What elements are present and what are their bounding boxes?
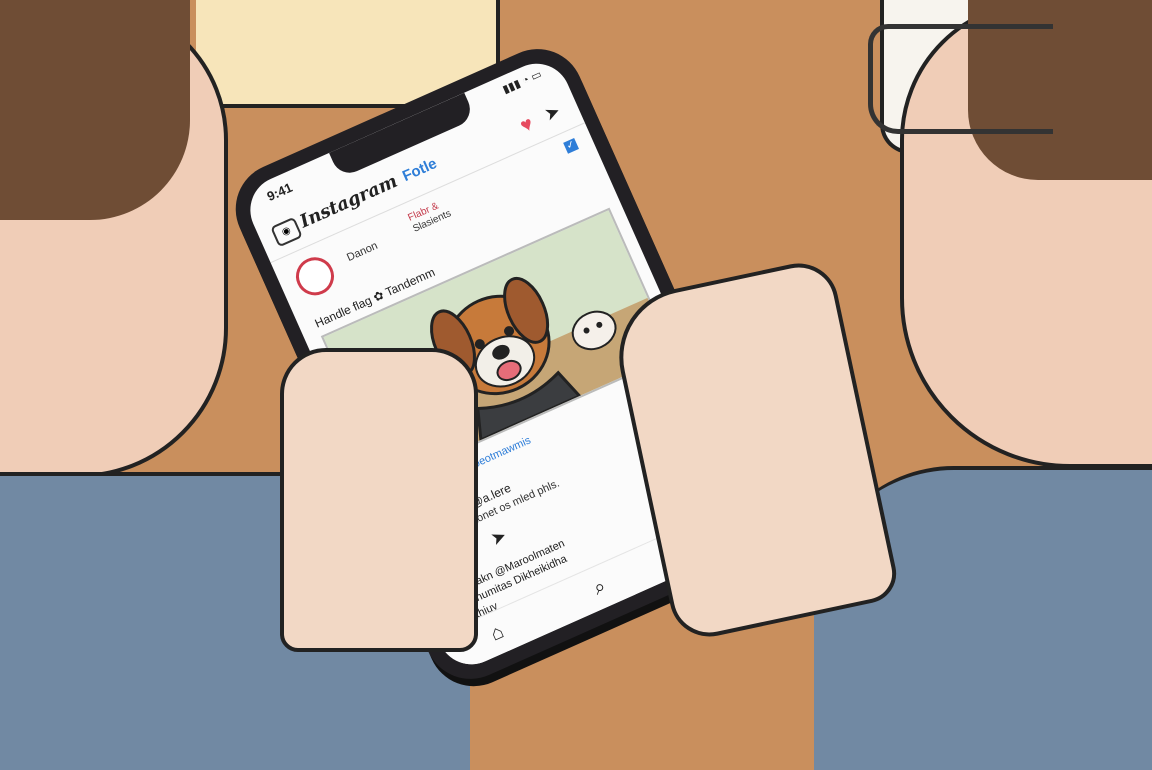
search-icon[interactable]: ⌕ xyxy=(590,575,610,601)
story-name: Danon xyxy=(345,239,380,264)
feed-tab[interactable]: Fotle xyxy=(400,155,440,185)
camera-icon[interactable]: ◉ xyxy=(270,216,303,248)
heart-icon[interactable]: ♥ xyxy=(517,113,537,139)
status-time: 9:41 xyxy=(264,179,295,205)
home-icon[interactable]: ⌂ xyxy=(487,620,507,646)
scene: 9:41 ▮▮▮ ◔ ▭ ◉ Instagram Fotle ♥ ➤ Danon… xyxy=(0,0,1152,770)
checkbox-icon[interactable]: ✓ xyxy=(563,137,579,154)
share-icon[interactable]: ➤ xyxy=(488,525,510,549)
glasses xyxy=(868,24,1053,134)
avatar[interactable] xyxy=(289,251,341,302)
send-icon[interactable]: ➤ xyxy=(541,100,563,125)
left-hand xyxy=(280,348,478,652)
hair-left xyxy=(0,0,190,220)
